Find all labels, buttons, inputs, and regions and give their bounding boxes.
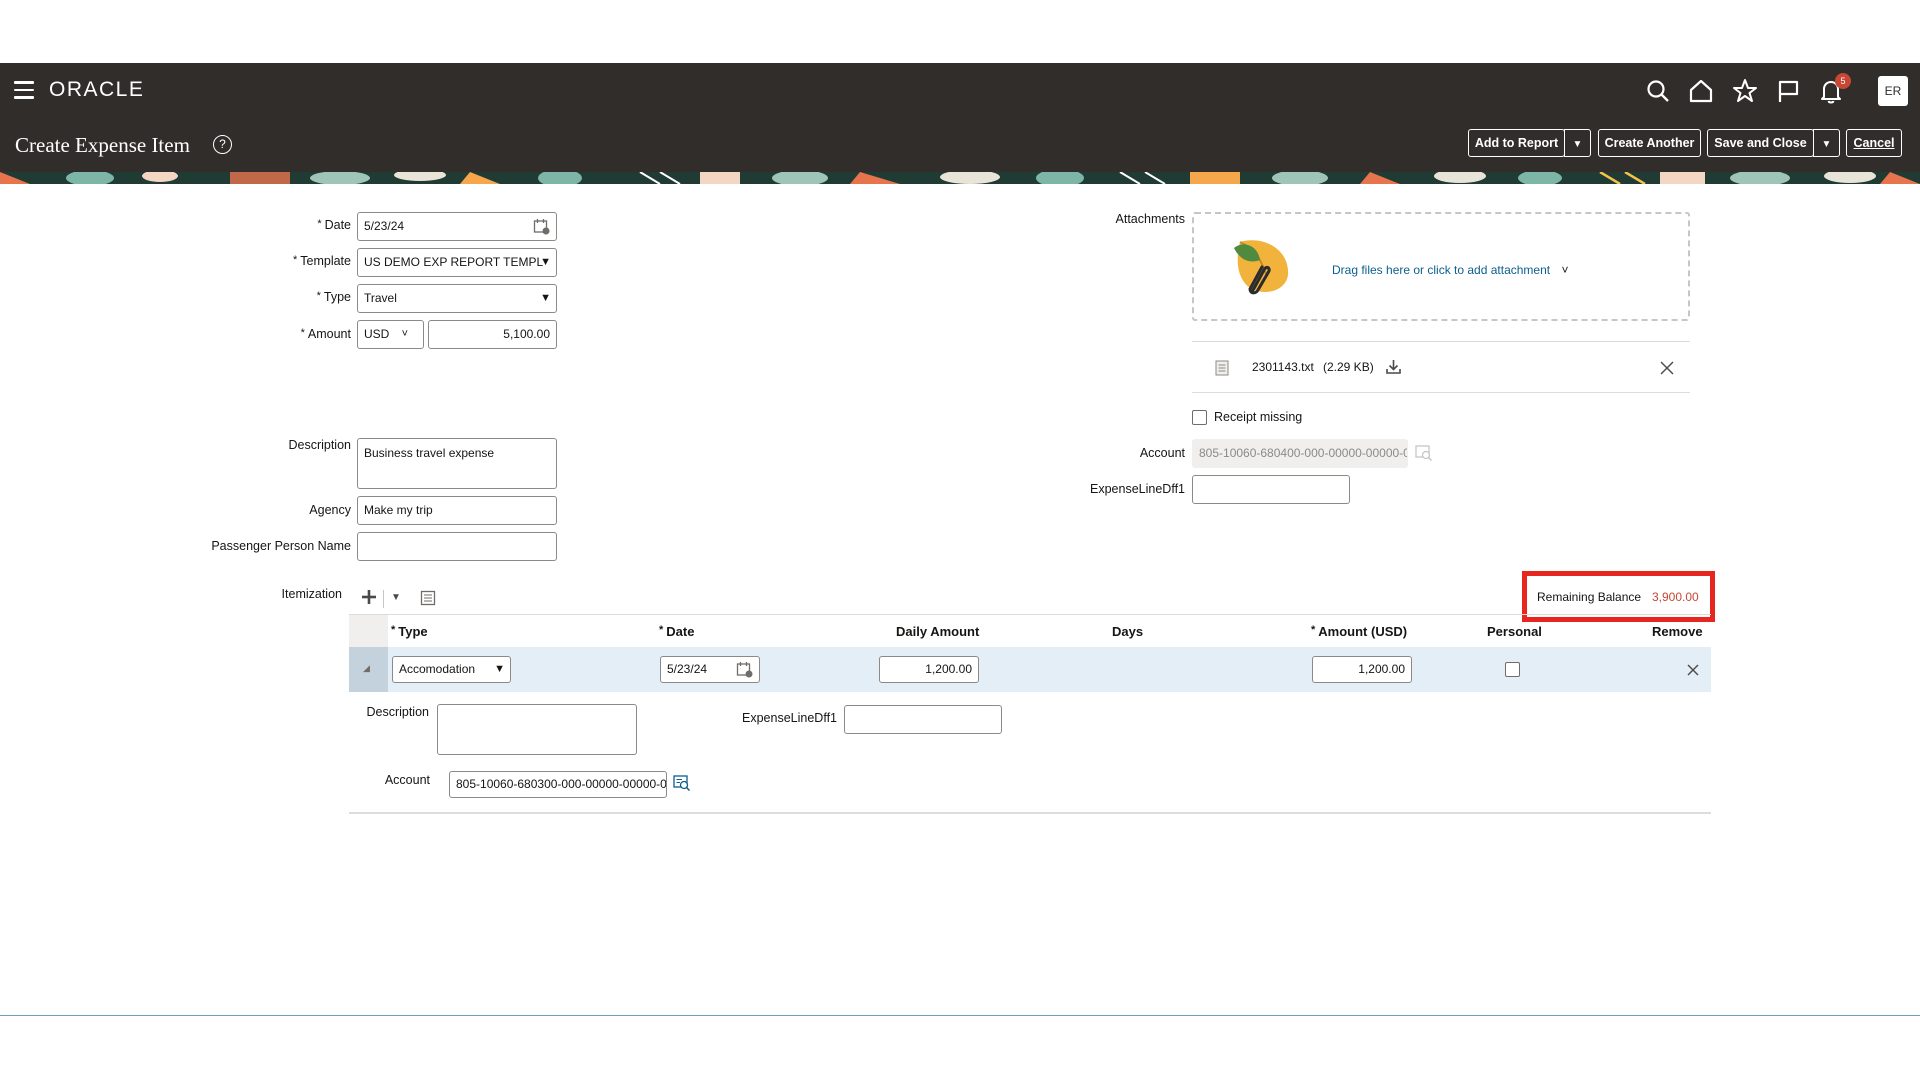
passenger-person-name-input[interactable] <box>357 532 557 561</box>
type-select[interactable]: Travel ▼ <box>357 284 557 313</box>
agency-input[interactable]: Make my trip <box>357 496 557 525</box>
template-select[interactable]: US DEMO EXP REPORT TEMPL ▼ <box>357 248 557 277</box>
add-icon[interactable] <box>361 589 377 605</box>
search-icon[interactable] <box>1644 77 1672 105</box>
item-daily-amount-input[interactable]: 1,200.00 <box>879 656 979 683</box>
home-icon[interactable] <box>1687 77 1715 105</box>
document-icon <box>1215 360 1229 376</box>
remove-row-icon[interactable] <box>1687 664 1699 676</box>
item-description-textarea[interactable] <box>437 704 637 755</box>
item-personal-checkbox[interactable] <box>1505 662 1520 677</box>
item-amount-input[interactable]: 1,200.00 <box>1312 656 1412 683</box>
item-account-label: Account <box>384 773 430 787</box>
type-label: * Type <box>316 290 351 304</box>
attachment-dropzone[interactable]: Drag files here or click to add attachme… <box>1192 212 1690 321</box>
item-expense-line-dff1-input[interactable] <box>844 705 1002 734</box>
column-header-amount-usd[interactable]: * Amount (USD) <box>1311 624 1407 639</box>
oracle-logo[interactable]: ORACLE <box>49 78 144 102</box>
item-type-select[interactable]: Accomodation ▼ <box>392 656 511 683</box>
row-handle-header <box>349 615 388 648</box>
chevron-down-icon: ▼ <box>1572 139 1583 150</box>
item-date-input[interactable]: 5/23/24 <box>660 656 760 683</box>
attachment-file-name[interactable]: 2301143.txt <box>1252 360 1314 374</box>
row-collapse-handle[interactable]: ◢ <box>349 647 388 692</box>
account-label: Account <box>1139 446 1185 460</box>
remove-attachment-icon[interactable] <box>1660 361 1674 375</box>
itemize-list-icon[interactable] <box>420 590 436 606</box>
amount-label: * Amount <box>300 327 351 341</box>
chevron-down-icon: ▼ <box>540 256 551 268</box>
add-dropdown-chevron-icon[interactable]: ▼ <box>391 592 401 603</box>
attachment-file-row: 2301143.txt (2.29 KB) <box>1192 341 1690 393</box>
currency-select[interactable]: USD ˅ <box>357 320 424 349</box>
item-expense-line-dff1-label: ExpenseLineDff1 <box>742 711 837 725</box>
page-title: Create Expense Item <box>15 133 190 157</box>
chevron-down-icon: ˅ <box>401 328 408 340</box>
passenger-person-name-label: Passenger Person Name <box>211 539 351 553</box>
footer-divider <box>0 1015 1920 1016</box>
calendar-icon[interactable] <box>533 218 550 235</box>
expense-line-dff1-input[interactable] <box>1192 475 1350 504</box>
receipt-missing-checkbox[interactable] <box>1192 410 1207 425</box>
account-input: 805-10060-680400-000-00000-00000-0 <box>1192 439 1408 468</box>
chevron-down-icon: ▼ <box>540 292 551 304</box>
chevron-down-icon: ▼ <box>494 663 505 675</box>
attachments-label: Attachments <box>1115 212 1185 226</box>
column-header-personal[interactable]: Personal <box>1487 624 1542 639</box>
user-avatar[interactable]: ER <box>1878 76 1908 106</box>
item-description-label: Description <box>366 705 429 719</box>
star-icon[interactable] <box>1731 77 1759 105</box>
column-header-type[interactable]: * Type <box>391 624 428 639</box>
page-header: Create Expense Item ? Add to Report ▼ Cr… <box>0 121 1920 172</box>
receipt-missing-label: Receipt missing <box>1214 410 1303 424</box>
remaining-balance-value: 3,900.00 <box>1652 590 1699 604</box>
column-header-remove[interactable]: Remove <box>1652 624 1703 639</box>
add-to-report-dropdown[interactable]: ▼ <box>1564 129 1591 157</box>
chevron-down-icon[interactable]: ˅ <box>1561 263 1568 277</box>
flag-icon[interactable] <box>1774 77 1802 105</box>
description-label: Description <box>288 438 351 452</box>
agency-label: Agency <box>309 503 351 517</box>
download-icon[interactable] <box>1386 359 1401 374</box>
attachment-file-size: (2.29 KB) <box>1323 360 1374 374</box>
table-row[interactable]: ◢ Accomodation ▼ 5/23/24 1,200.00 1,200.0… <box>349 647 1711 692</box>
date-input[interactable]: 5/23/24 <box>357 212 557 241</box>
amount-input[interactable]: 5,100.00 <box>428 320 557 349</box>
decorative-banner <box>0 172 1920 184</box>
expense-line-dff1-label: ExpenseLineDff1 <box>1090 482 1185 496</box>
column-header-date[interactable]: * Date <box>659 624 694 639</box>
hamburger-menu-icon[interactable] <box>14 81 34 99</box>
disclosure-triangle-icon[interactable]: ◢ <box>363 663 370 674</box>
bell-icon[interactable]: 5 <box>1817 73 1851 105</box>
item-account-input[interactable]: 805-10060-680300-000-00000-00000-0 <box>449 771 667 798</box>
account-search-icon <box>1415 445 1433 462</box>
column-header-days[interactable]: Days <box>1112 624 1143 639</box>
notification-count-badge: 5 <box>1835 73 1851 89</box>
global-header: ORACLE 5 ER <box>0 63 1920 121</box>
column-header-daily-amount[interactable]: Daily Amount <box>896 624 979 639</box>
add-attachment-link[interactable]: Drag files here or click to add attachme… <box>1332 263 1568 277</box>
itemization-table-header: * Type * Date Daily Amount Days * Amount (U… <box>349 614 1711 648</box>
add-to-report-button[interactable]: Add to Report <box>1468 129 1565 157</box>
account-search-icon[interactable] <box>673 774 691 792</box>
date-label: * Date <box>317 218 351 232</box>
attachment-leaf-icon <box>1234 240 1289 295</box>
description-textarea[interactable]: Business travel expense <box>357 438 557 489</box>
itemization-bottom-divider <box>349 812 1711 814</box>
cancel-button[interactable]: Cancel <box>1846 129 1902 157</box>
calendar-icon[interactable] <box>736 661 753 678</box>
save-and-close-dropdown[interactable]: ▼ <box>1813 129 1840 157</box>
save-and-close-button[interactable]: Save and Close <box>1707 129 1814 157</box>
remaining-balance-label: Remaining Balance <box>1537 590 1642 604</box>
chevron-down-icon: ▼ <box>1821 139 1832 150</box>
create-another-button[interactable]: Create Another <box>1598 129 1701 157</box>
toolbar-divider <box>383 590 384 608</box>
template-label: * Template <box>292 254 351 268</box>
help-icon[interactable]: ? <box>213 135 232 154</box>
itemization-label: Itemization <box>281 587 342 601</box>
